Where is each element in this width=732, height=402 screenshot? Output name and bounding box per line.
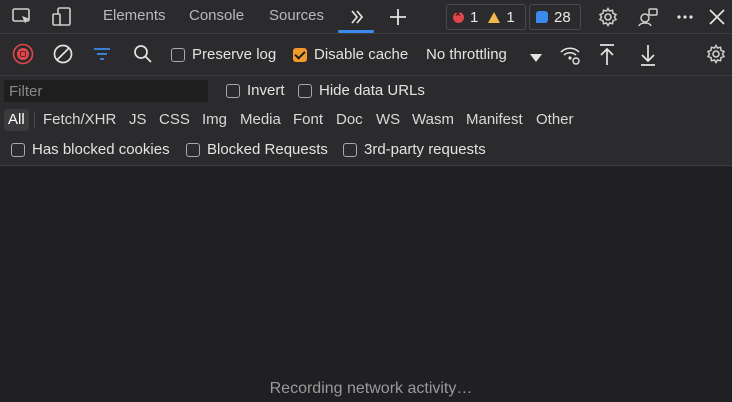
type-all[interactable]: All (4, 109, 29, 131)
hide-data-urls-checkbox[interactable] (298, 84, 312, 98)
dropdown-arrow-icon (530, 51, 542, 68)
filter-icon[interactable] (92, 44, 112, 64)
warning-icon (488, 11, 501, 23)
clear-icon[interactable] (52, 43, 74, 65)
type-font[interactable]: Font (293, 109, 323, 131)
invert-checkbox[interactable] (226, 84, 240, 98)
type-doc[interactable]: Doc (336, 109, 363, 131)
import-har-icon[interactable] (597, 43, 617, 67)
double-chevron-right-icon[interactable] (345, 5, 369, 29)
active-tab-indicator (338, 30, 374, 33)
hide-data-urls-label: Hide data URLs (319, 82, 425, 99)
blocked-cookies-checkbox[interactable] (11, 143, 25, 157)
type-css[interactable]: CSS (159, 109, 190, 131)
type-img[interactable]: Img (202, 109, 227, 131)
issues-count: 28 (554, 8, 571, 26)
recording-status-text: Recording network activity… (269, 380, 473, 397)
network-toolbar: Preserve log Disable cache No throttling (0, 34, 732, 76)
disable-cache-checkbox[interactable] (293, 48, 307, 62)
blocked-cookies-label: Has blocked cookies (32, 141, 170, 158)
tab-console[interactable]: Console (189, 0, 244, 34)
invert-label: Invert (247, 82, 285, 99)
warnings-count: 1 (506, 8, 515, 26)
throttling-value: No throttling (426, 46, 507, 63)
issues-badge[interactable]: 28 (529, 4, 581, 30)
disable-cache-label: Disable cache (314, 46, 409, 63)
third-party-checkbox[interactable] (343, 143, 357, 157)
export-har-icon[interactable] (638, 43, 658, 67)
blocked-requests-label: Blocked Requests (207, 141, 328, 158)
network-settings-gear-icon[interactable] (705, 43, 727, 65)
errors-warnings-badge[interactable]: 1 1 (446, 4, 526, 30)
throttling-select[interactable]: No throttling (420, 42, 546, 68)
blocked-requests-checkbox[interactable] (186, 143, 200, 157)
type-media[interactable]: Media (240, 109, 281, 131)
divider (34, 112, 35, 128)
type-js[interactable]: JS (129, 109, 147, 131)
preserve-log-checkbox[interactable] (171, 48, 185, 62)
resource-type-filters: All Fetch/XHR JS CSS Img Media Font Doc … (0, 106, 732, 134)
filter-row: Invert Hide data URLs (0, 76, 732, 106)
third-party-label: 3rd-party requests (364, 141, 486, 158)
type-ws[interactable]: WS (376, 109, 400, 131)
preserve-log-label: Preserve log (192, 46, 277, 63)
gear-icon[interactable] (596, 5, 620, 29)
devtools-tab-bar: Elements Console Sources 1 1 28 (0, 0, 732, 34)
more-options-icon[interactable] (673, 5, 697, 29)
type-other[interactable]: Other (536, 109, 574, 131)
type-fetch-xhr[interactable]: Fetch/XHR (43, 109, 116, 131)
error-icon (453, 9, 464, 23)
tab-sources[interactable]: Sources (269, 0, 324, 34)
close-icon[interactable] (705, 5, 729, 29)
type-manifest[interactable]: Manifest (466, 109, 523, 131)
issues-icon (536, 11, 548, 23)
extra-filters-row: Has blocked cookies Blocked Requests 3rd… (0, 134, 732, 166)
inspect-element-icon[interactable] (10, 5, 34, 29)
type-wasm[interactable]: Wasm (412, 109, 454, 131)
issue-badges: 1 1 28 (446, 4, 581, 30)
search-icon[interactable] (133, 44, 153, 64)
plus-icon[interactable] (386, 5, 410, 29)
network-requests-panel: Recording network activity… (0, 167, 732, 402)
device-toolbar-icon[interactable] (50, 5, 74, 29)
tab-elements[interactable]: Elements (103, 0, 166, 34)
network-conditions-icon[interactable] (558, 43, 582, 67)
record-icon[interactable] (12, 43, 34, 65)
feedback-icon[interactable] (636, 5, 660, 29)
errors-count: 1 (470, 8, 479, 26)
filter-input[interactable] (4, 80, 208, 102)
